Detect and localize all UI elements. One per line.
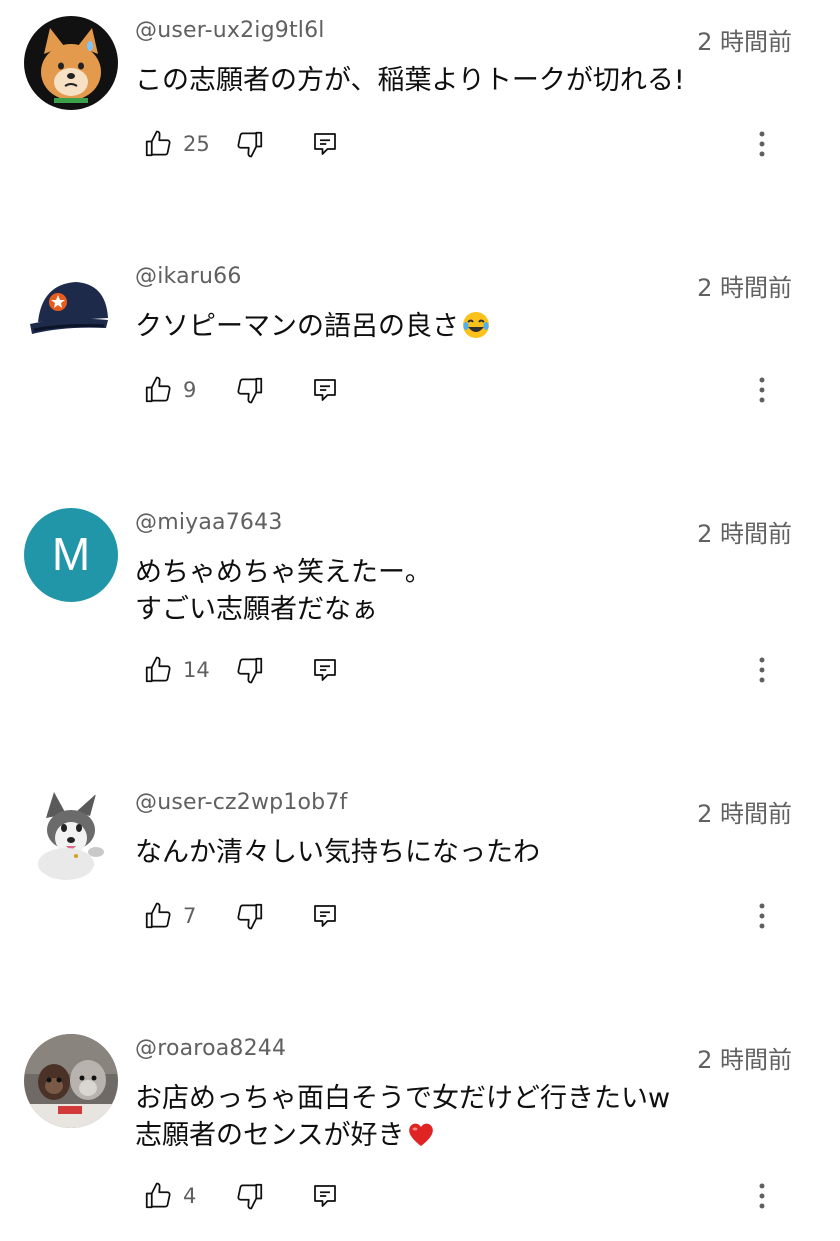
avatar-letter: M [52, 528, 90, 580]
husky-icon [24, 788, 118, 882]
reply-button[interactable] [310, 1176, 340, 1216]
thumbs-up-icon [145, 130, 171, 157]
comment-item: @user-ux2ig9tl6l 2 時間前 この志願者の方が、稲葉よりトークが… [0, 16, 840, 216]
like-count: 25 [183, 132, 210, 156]
comment-author[interactable]: @miyaa7643 [135, 510, 283, 535]
comment-item: @ikaru66 2 時間前 クソピーマンの語呂の良さ 9 [0, 262, 840, 462]
red-heart-emoji-icon [406, 1119, 436, 1159]
thumbs-down-icon [237, 131, 263, 158]
letter-avatar-icon: M [24, 508, 118, 602]
more-vert-icon [759, 1183, 765, 1209]
reply-icon [314, 379, 336, 401]
reply-button[interactable] [310, 370, 340, 410]
reply-icon [314, 133, 336, 155]
avatar[interactable]: M [24, 508, 118, 602]
comment-author[interactable]: @roaroa8244 [135, 1036, 286, 1061]
avatar[interactable] [24, 1034, 118, 1128]
thumbs-up-icon [145, 902, 171, 929]
laughing-emoji-icon [461, 310, 491, 350]
more-options-button[interactable] [747, 370, 777, 410]
like-button[interactable]: 14 [143, 650, 210, 690]
dislike-button[interactable] [235, 1176, 265, 1216]
dislike-button[interactable] [235, 650, 265, 690]
more-vert-icon [759, 657, 765, 683]
avatar[interactable] [24, 16, 118, 110]
more-options-button[interactable] [747, 650, 777, 690]
reply-button[interactable] [310, 124, 340, 164]
more-vert-icon [759, 131, 765, 157]
baseball-cap-icon [24, 262, 118, 356]
thumbs-down-icon [237, 657, 263, 684]
comment-author[interactable]: @ikaru66 [135, 264, 242, 289]
comment-text: お店めっちゃ面白そうで女だけど行きたいw 志願者のセンスが好き [135, 1080, 775, 1159]
dislike-button[interactable] [235, 370, 265, 410]
reply-icon [314, 659, 336, 681]
like-button[interactable]: 25 [143, 124, 210, 164]
like-button[interactable]: 4 [143, 1176, 196, 1216]
comment-actions: 7 [135, 896, 815, 936]
comment-text: この志願者の方が、稲葉よりトークが切れる! [135, 65, 685, 96]
more-vert-icon [759, 377, 765, 403]
reply-icon [314, 1185, 336, 1207]
thumbs-down-icon [237, 377, 263, 404]
comment-item: @roaroa8244 2 時間前 お店めっちゃ面白そうで女だけど行きたいw 志… [0, 1034, 840, 1241]
reply-button[interactable] [310, 650, 340, 690]
thumbs-down-icon [237, 1183, 263, 1210]
comment-timestamp: 2 時間前 [697, 1046, 792, 1074]
like-button[interactable]: 9 [143, 370, 196, 410]
comment-text: クソピーマンの語呂の良さ [135, 308, 775, 350]
comment-author[interactable]: @user-cz2wp1ob7f [135, 790, 347, 815]
like-button[interactable]: 7 [143, 896, 196, 936]
comment-actions: 14 [135, 650, 815, 690]
comment-text: めちゃめちゃ笑えたー。 すごい志願者だなぁ [135, 557, 432, 625]
comment-item: @user-cz2wp1ob7f 2 時間前 なんか清々しい気持ちになったわ 7 [0, 788, 840, 988]
avatar[interactable] [24, 262, 118, 356]
like-count: 14 [183, 658, 210, 682]
comment-text-body: クソピーマンの語呂の良さ [135, 311, 459, 342]
like-count: 9 [183, 378, 197, 402]
comment-timestamp: 2 時間前 [697, 28, 792, 56]
comment-timestamp: 2 時間前 [697, 800, 792, 828]
comment-actions: 25 [135, 124, 815, 164]
more-options-button[interactable] [747, 124, 777, 164]
reply-button[interactable] [310, 896, 340, 936]
comment-author[interactable]: @user-ux2ig9tl6l [135, 18, 325, 43]
comment-text-body: お店めっちゃ面白そうで女だけど行きたいw 志願者のセンスが好き [135, 1083, 671, 1151]
like-count: 7 [183, 904, 197, 928]
comment-actions: 4 [135, 1176, 815, 1216]
comment-timestamp: 2 時間前 [697, 520, 792, 548]
comment-item: M @miyaa7643 2 時間前 めちゃめちゃ笑えたー。 すごい志願者だなぁ… [0, 508, 840, 748]
dislike-button[interactable] [235, 896, 265, 936]
more-options-button[interactable] [747, 1176, 777, 1216]
more-options-button[interactable] [747, 896, 777, 936]
thumbs-up-icon [145, 1182, 171, 1209]
dislike-button[interactable] [235, 124, 265, 164]
dogs-photo-icon [24, 1034, 118, 1128]
thumbs-up-icon [145, 376, 171, 403]
thumbs-down-icon [237, 903, 263, 930]
comment-actions: 9 [135, 370, 815, 410]
more-vert-icon [759, 903, 765, 929]
reply-icon [314, 905, 336, 927]
like-count: 4 [183, 1184, 197, 1208]
shiba-dog-icon [24, 16, 118, 110]
avatar[interactable] [24, 788, 118, 882]
comment-timestamp: 2 時間前 [697, 274, 792, 302]
thumbs-up-icon [145, 656, 171, 683]
comment-text: なんか清々しい気持ちになったわ [135, 837, 540, 868]
